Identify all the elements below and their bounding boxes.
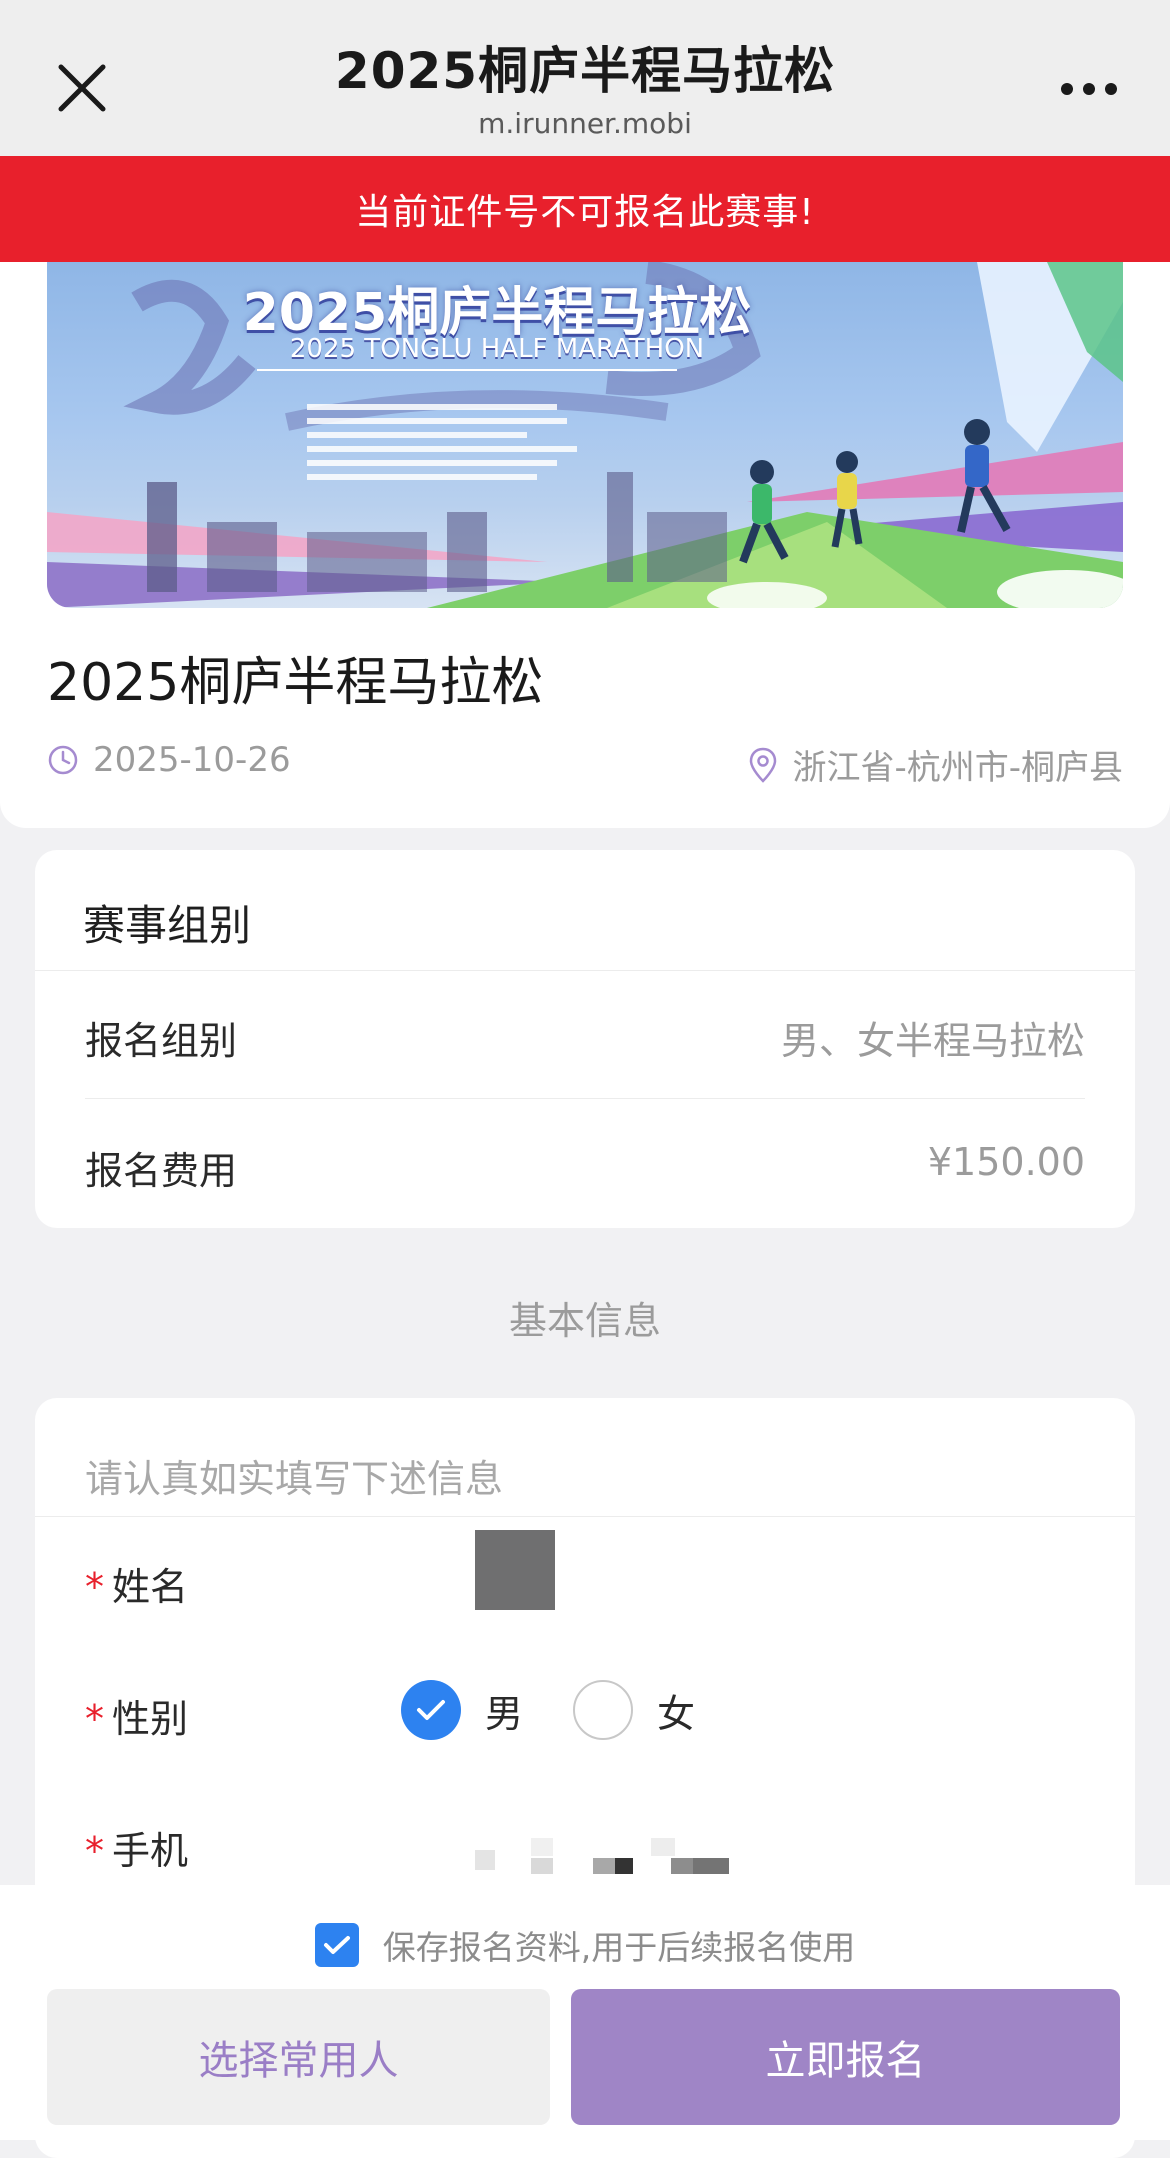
save-profile-row: 保存报名资料,用于后续报名使用	[0, 1921, 1170, 1969]
divider	[85, 1098, 1085, 1099]
event-location-text: 浙江省-杭州市-桐庐县	[792, 748, 1123, 788]
gender-male-label[interactable]: 男	[485, 1683, 523, 1738]
required-mark: *	[85, 1565, 104, 1609]
more-icon	[1061, 83, 1117, 95]
required-mark: *	[85, 1829, 104, 1873]
banner-subtitle: 2025 TONGLU HALF MARATHON	[289, 334, 705, 364]
more-button[interactable]	[1044, 64, 1134, 114]
event-location: 浙江省-杭州市-桐庐县	[748, 740, 1123, 789]
event-date: 2025-10-26	[47, 740, 291, 780]
page-domain: m.irunner.mobi	[478, 107, 692, 140]
save-profile-text[interactable]: 保存报名资料,用于后续报名使用	[383, 1921, 856, 1969]
divider	[35, 1516, 1135, 1517]
event-date-text: 2025-10-26	[93, 740, 291, 780]
check-icon	[323, 1936, 350, 1954]
registration-fee-value: ¥150.00	[927, 1140, 1085, 1184]
event-card: 2025桐庐半程马拉松 2025 TONGLU HALF MARATHON 20…	[0, 262, 1170, 828]
location-pin-icon	[750, 747, 777, 783]
clock-icon	[48, 745, 78, 775]
top-bar: 2025桐庐半程马拉松 m.irunner.mobi	[0, 0, 1170, 156]
event-banner: 2025桐庐半程马拉松 2025 TONGLU HALF MARATHON	[47, 262, 1123, 608]
phone-label: * 手机	[85, 1820, 188, 1875]
title-block: 2025桐庐半程马拉松 m.irunner.mobi	[200, 38, 970, 142]
registration-group-label: 报名组别	[85, 1019, 238, 1063]
gender-female-radio[interactable]	[573, 1680, 634, 1740]
race-group-heading: 赛事组别	[83, 901, 252, 950]
gender-male-radio[interactable]	[401, 1680, 461, 1740]
gender-female-label[interactable]: 女	[657, 1683, 695, 1738]
bottom-action-bar: 保存报名资料,用于后续报名使用 选择常用人 立即报名	[0, 1885, 1170, 2140]
register-now-button[interactable]: 立即报名	[571, 1989, 1120, 2125]
error-alert: 当前证件号不可报名此赛事!	[0, 156, 1170, 262]
basic-info-title: 基本信息	[508, 1299, 661, 1343]
close-button[interactable]	[52, 58, 112, 118]
name-field[interactable]	[475, 1530, 555, 1610]
required-mark: *	[85, 1697, 104, 1741]
error-alert-text: 当前证件号不可报名此赛事!	[355, 192, 815, 233]
name-label-text: 姓名	[112, 1565, 189, 1609]
page-title: 2025桐庐半程马拉松	[334, 42, 836, 100]
check-icon	[417, 1700, 445, 1720]
gender-radio-group: 男 女	[401, 1680, 745, 1740]
close-icon	[58, 64, 106, 112]
registration-fee-label: 报名费用	[85, 1149, 238, 1193]
event-name: 2025桐庐半程马拉松	[47, 653, 544, 713]
redacted-phone	[475, 1838, 729, 1874]
save-profile-checkbox[interactable]	[314, 1923, 359, 1967]
name-label: * 姓名	[85, 1556, 188, 1611]
gender-label: * 性别	[85, 1688, 188, 1743]
divider	[35, 970, 1135, 971]
race-group-card: 赛事组别 报名组别 男、女半程马拉松 报名费用 ¥150.00	[35, 850, 1135, 1228]
event-meta: 2025-10-26 浙江省-杭州市-桐庐县	[47, 740, 1123, 788]
phone-field[interactable]	[435, 1830, 735, 1882]
phone-label-text: 手机	[112, 1829, 189, 1873]
select-contact-button[interactable]: 选择常用人	[47, 1989, 550, 2125]
registration-group-value: 男、女半程马拉松	[780, 1019, 1085, 1063]
gender-label-text: 性别	[112, 1697, 189, 1741]
form-hint: 请认真如实填写下述信息	[85, 1457, 504, 1501]
